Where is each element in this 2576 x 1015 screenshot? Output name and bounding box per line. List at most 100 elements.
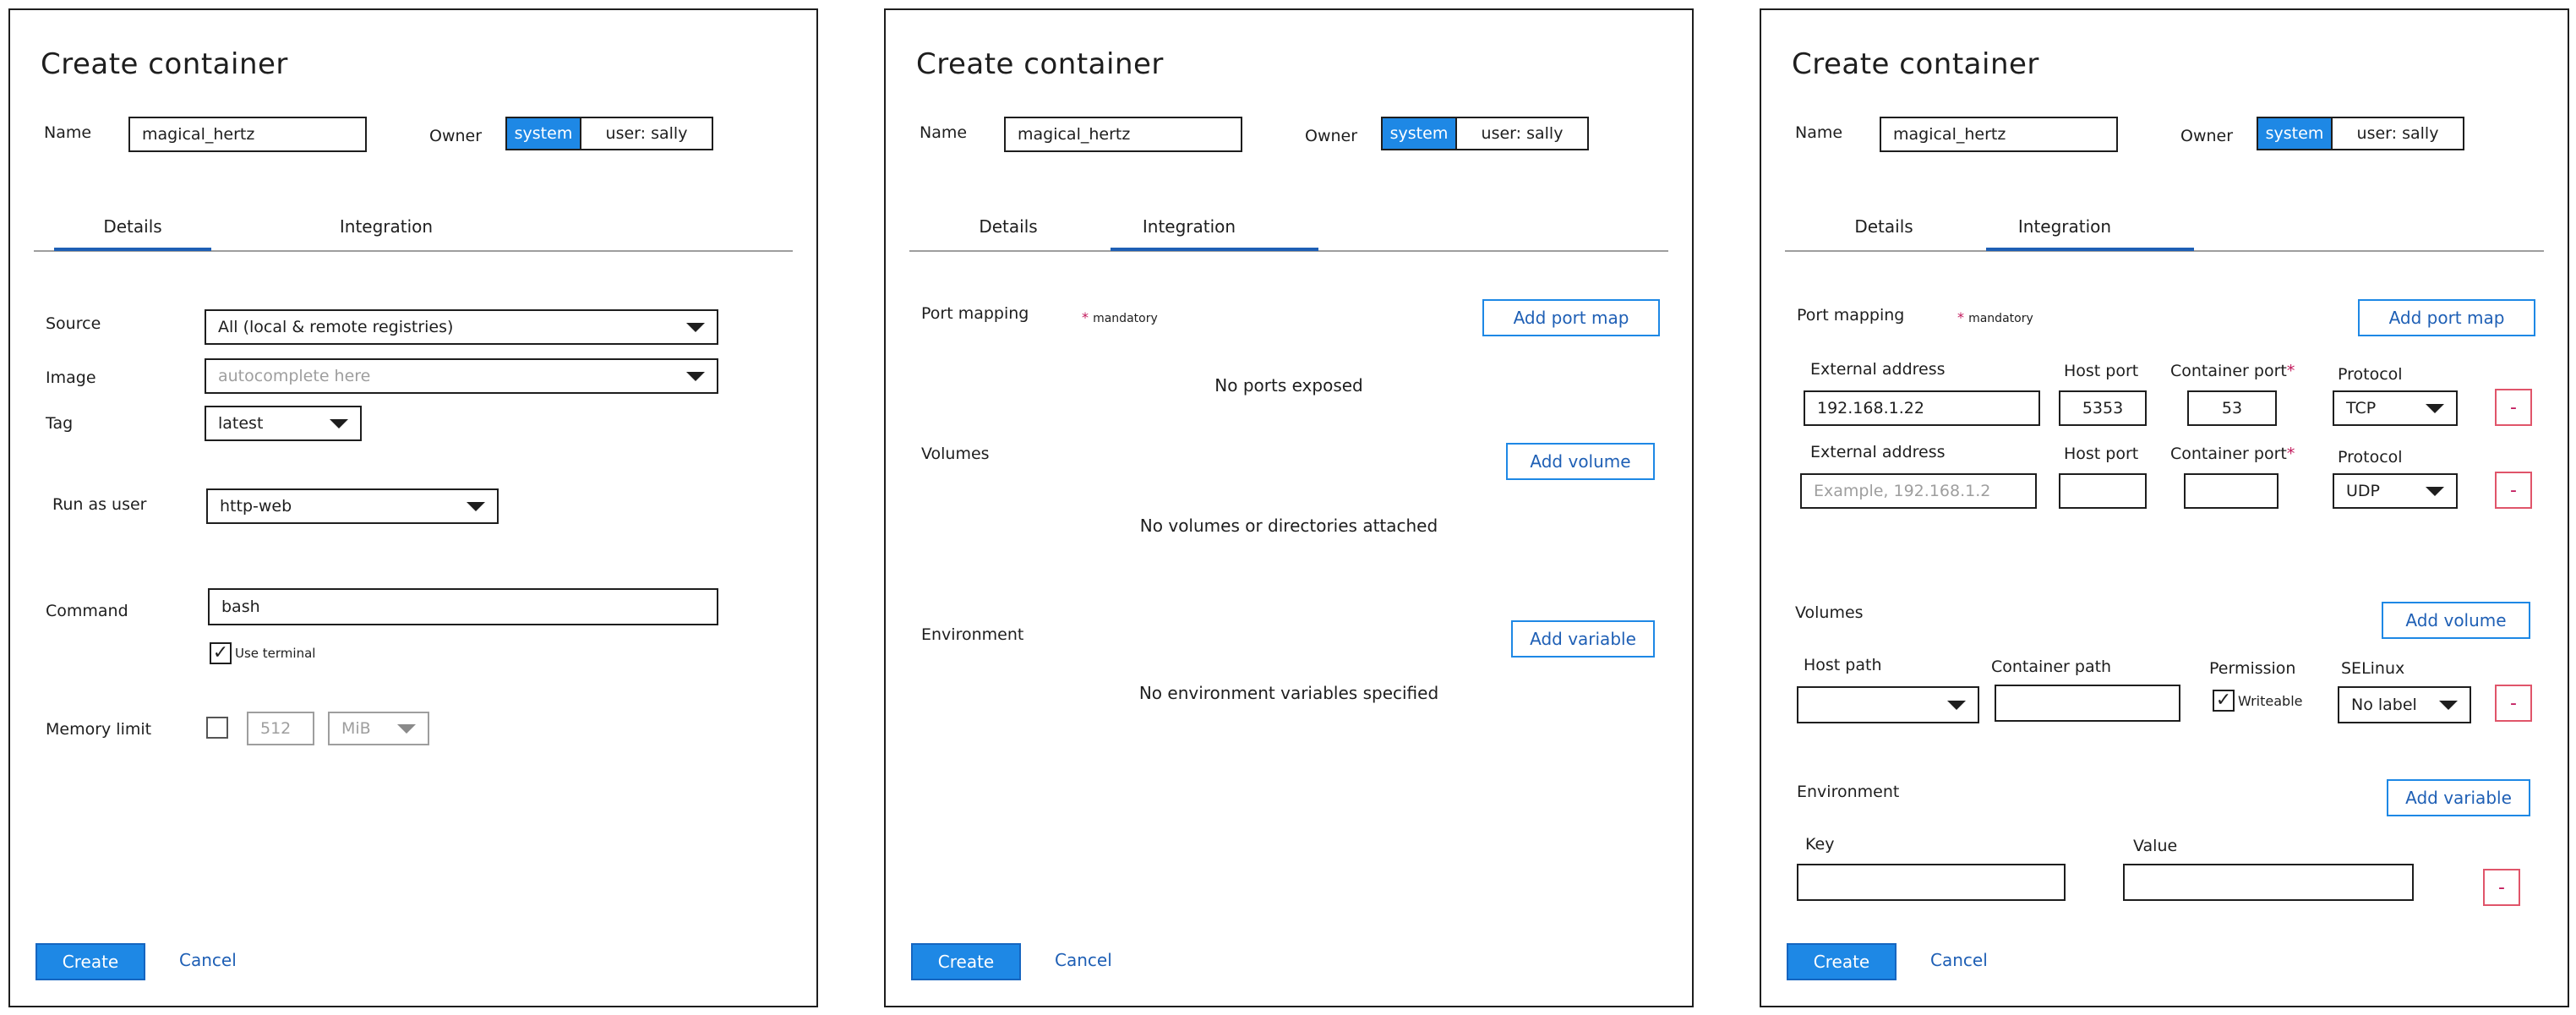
chevron-down-icon (2439, 701, 2458, 710)
container-port-input[interactable] (2184, 473, 2279, 509)
tab-integration[interactable]: Integration (1111, 216, 1268, 237)
add-volume-button[interactable]: Add volume (1506, 443, 1655, 480)
add-variable-button[interactable]: Add variable (1511, 620, 1655, 658)
tab-details[interactable]: Details (930, 216, 1087, 237)
host-port-input[interactable]: 5353 (2059, 390, 2147, 426)
container-port-input[interactable]: 53 (2187, 390, 2277, 426)
container-port-label-text: Container port (2170, 362, 2287, 380)
add-port-map-button[interactable]: Add port map (2358, 299, 2535, 336)
owner-label: Owner (429, 127, 483, 145)
create-button[interactable]: Create (1787, 943, 1897, 980)
owner-user-option[interactable]: user: sally (1457, 117, 1589, 150)
memory-unit-select[interactable]: MiB (328, 712, 429, 745)
owner-toggle: system user: sally (505, 117, 713, 150)
no-volumes-message: No volumes or directories attached (1139, 516, 1438, 536)
host-port-value: 5353 (2082, 399, 2124, 417)
command-input[interactable]: bash (208, 588, 718, 625)
container-path-input[interactable] (1995, 685, 2180, 722)
cancel-link[interactable]: Cancel (1055, 950, 1112, 970)
external-address-placeholder: Example, 192.168.1.2 (1814, 482, 1991, 500)
create-button[interactable]: Create (35, 943, 145, 980)
port-mapping-label: Port mapping (921, 304, 1029, 323)
no-ports-message: No ports exposed (1214, 375, 1363, 396)
tag-select[interactable]: latest (205, 406, 362, 441)
tab-active-indicator (1986, 248, 2194, 251)
required-asterisk: * (2286, 362, 2295, 380)
owner-label: Owner (2180, 127, 2234, 145)
permission-label: Permission (2209, 659, 2296, 678)
tab-details[interactable]: Details (54, 216, 211, 237)
volumes-label: Volumes (921, 445, 990, 463)
owner-system-option[interactable]: system (505, 117, 581, 150)
memory-limit-checkbox[interactable] (206, 717, 228, 739)
tab-active-indicator (54, 248, 211, 251)
remove-port-row-button[interactable]: - (2495, 389, 2532, 426)
remove-volume-row-button[interactable]: - (2495, 685, 2532, 722)
environment-label: Environment (1797, 783, 1900, 801)
name-label: Name (44, 123, 92, 142)
run-as-user-select[interactable]: http-web (206, 488, 499, 524)
host-port-label: Host port (2064, 445, 2139, 463)
external-address-input[interactable]: 192.168.1.22 (1804, 390, 2040, 426)
writeable-checkbox[interactable]: ✓ (2213, 690, 2235, 712)
tab-integration[interactable]: Integration (1986, 216, 2143, 237)
use-terminal-label: Use terminal (235, 646, 316, 661)
image-input[interactable]: autocomplete here (205, 358, 718, 394)
container-port-label: Container port* (2170, 445, 2295, 463)
external-address-input[interactable]: Example, 192.168.1.2 (1800, 473, 2037, 509)
protocol-select[interactable]: UDP (2333, 473, 2458, 509)
check-icon: ✓ (2215, 690, 2232, 711)
add-port-map-button[interactable]: Add port map (1482, 299, 1660, 336)
host-path-select[interactable] (1797, 686, 1979, 723)
mandatory-label: mandatory (1093, 312, 1158, 325)
name-label: Name (1795, 123, 1843, 142)
external-address-label: External address (1810, 443, 1946, 461)
name-label: Name (920, 123, 968, 142)
mandatory-label: mandatory (1968, 312, 2033, 325)
source-select[interactable]: All (local & remote registries) (205, 309, 718, 345)
create-container-dialog-integration-empty: Create container Name magical_hertz Owne… (884, 8, 1694, 1007)
tab-integration[interactable]: Integration (308, 216, 465, 237)
required-asterisk: * (1082, 309, 1089, 325)
env-value-input[interactable] (2123, 864, 2414, 901)
name-input[interactable]: magical_hertz (1004, 117, 1242, 152)
name-input[interactable]: magical_hertz (128, 117, 367, 152)
protocol-select[interactable]: TCP (2333, 390, 2458, 426)
chevron-down-icon (397, 724, 416, 734)
add-volume-button[interactable]: Add volume (2382, 602, 2530, 639)
owner-toggle: system user: sally (2257, 117, 2464, 150)
add-variable-button[interactable]: Add variable (2387, 779, 2530, 816)
create-container-dialog-details: Create container Name magical_hertz Owne… (8, 8, 818, 1007)
env-key-input[interactable] (1797, 864, 2066, 901)
command-input-value: bash (221, 598, 260, 616)
use-terminal-checkbox[interactable]: ✓ (210, 642, 232, 664)
selinux-select[interactable]: No label (2338, 686, 2471, 723)
create-button[interactable]: Create (911, 943, 1021, 980)
run-as-user-label: Run as user (52, 495, 147, 514)
owner-system-option[interactable]: system (2257, 117, 2333, 150)
key-label: Key (1805, 835, 1835, 854)
host-port-input[interactable] (2059, 473, 2147, 509)
host-port-label: Host port (2064, 362, 2139, 380)
cancel-link[interactable]: Cancel (179, 950, 237, 970)
volumes-label: Volumes (1795, 603, 1864, 622)
container-port-label-text: Container port (2170, 445, 2287, 463)
name-input[interactable]: magical_hertz (1880, 117, 2118, 152)
cancel-link[interactable]: Cancel (1930, 950, 1988, 970)
remove-port-row-button[interactable]: - (2495, 472, 2532, 509)
no-env-message: No environment variables specified (1138, 683, 1439, 703)
remove-env-row-button[interactable]: - (2483, 869, 2520, 906)
owner-system-option[interactable]: system (1381, 117, 1457, 150)
chevron-down-icon (1947, 701, 1966, 710)
container-port-label: Container port* (2170, 362, 2295, 380)
value-label: Value (2133, 837, 2178, 855)
chevron-down-icon (686, 323, 705, 332)
tab-details[interactable]: Details (1805, 216, 1962, 237)
owner-user-option[interactable]: user: sally (2333, 117, 2464, 150)
command-label: Command (46, 602, 128, 620)
owner-label: Owner (1305, 127, 1358, 145)
required-asterisk: * (2286, 445, 2295, 463)
dialog-title: Create container (1792, 47, 2039, 81)
owner-user-option[interactable]: user: sally (581, 117, 713, 150)
memory-limit-input[interactable]: 512 (247, 712, 314, 745)
